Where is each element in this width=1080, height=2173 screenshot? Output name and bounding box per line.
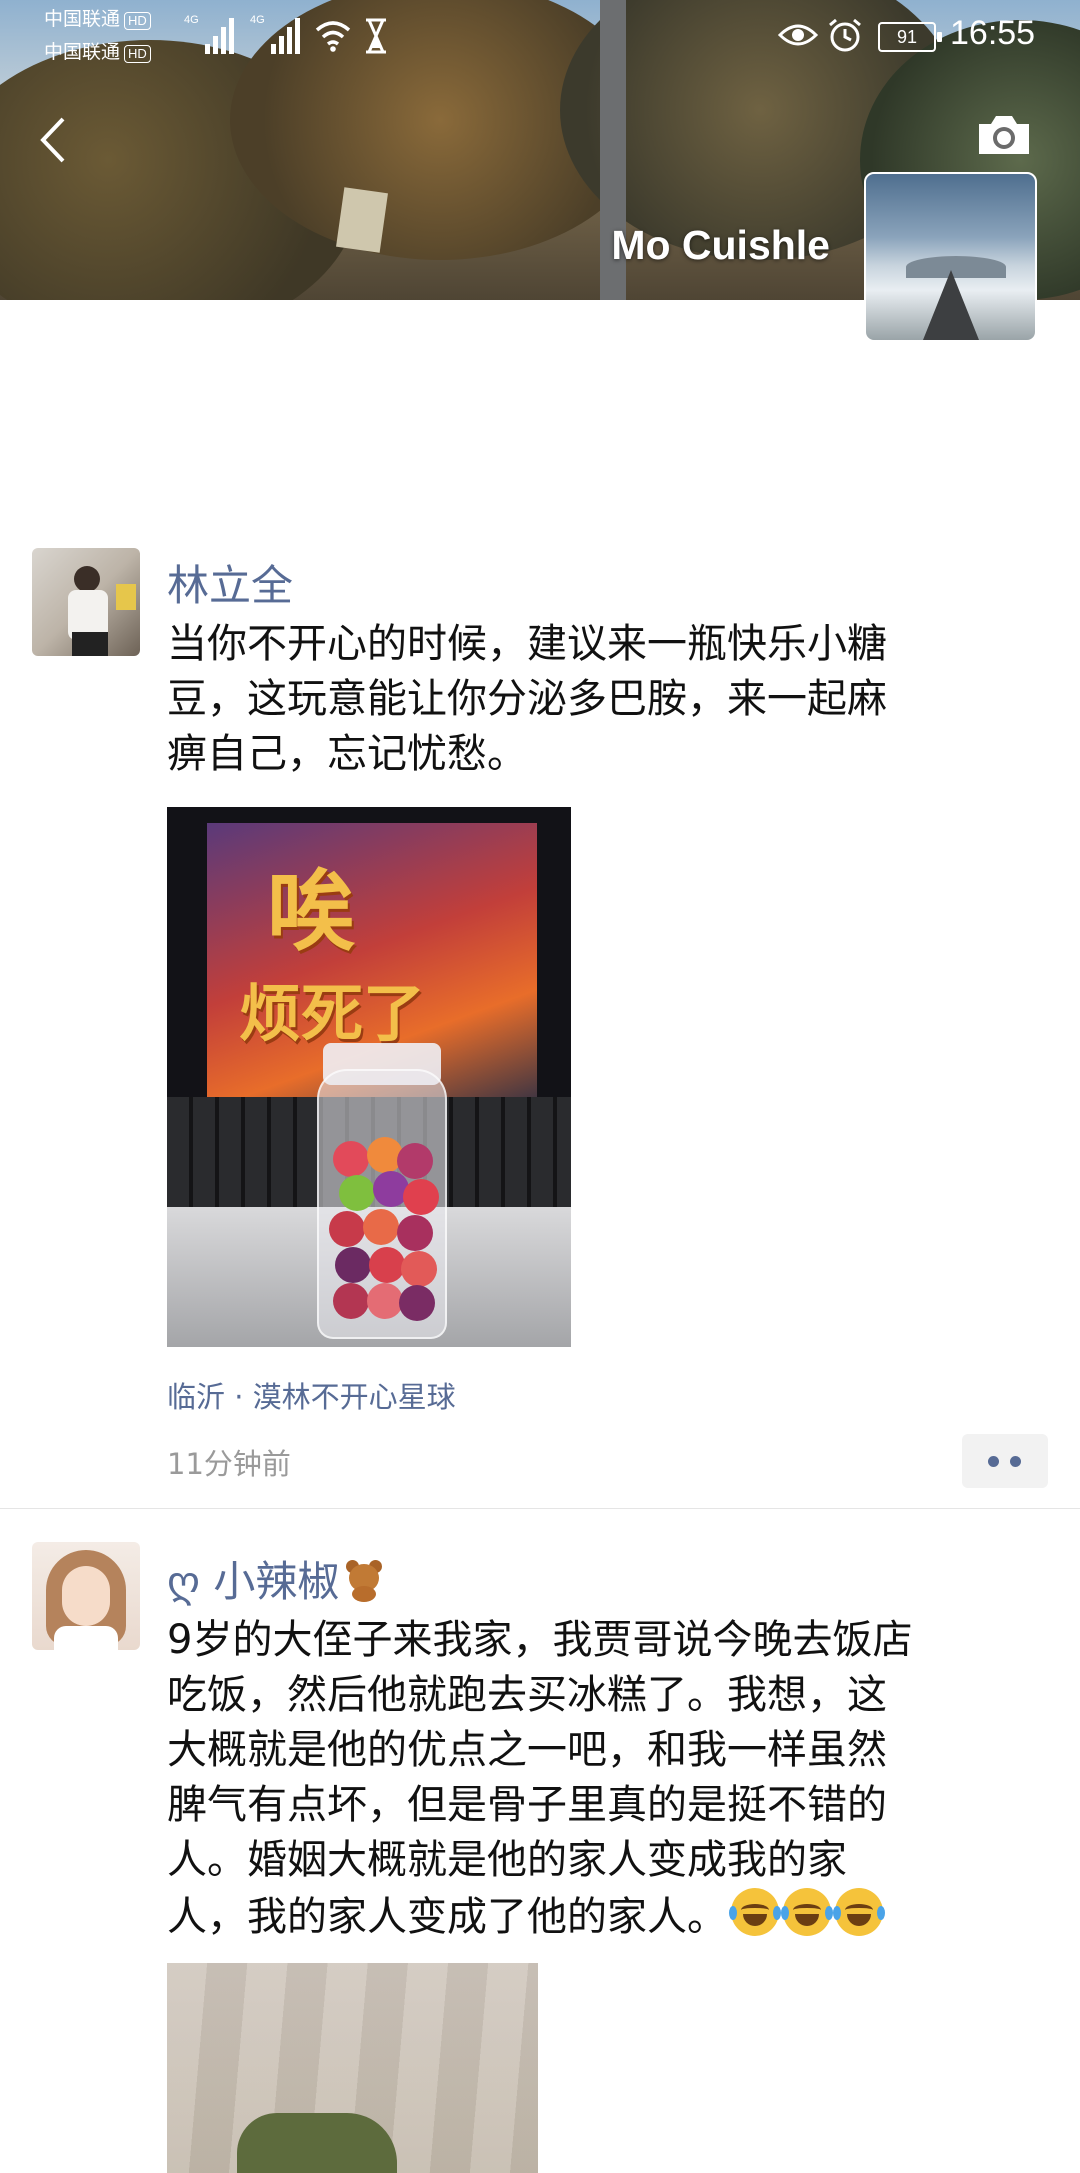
post-text-line: 人，我的家人变成了他的家人。 (167, 1894, 727, 1940)
post-text-line: 人。婚姻大概就是他的家人变成我的家 (167, 1837, 847, 1883)
network-type-2: 4G (250, 14, 265, 26)
bear-emoji-icon (343, 1558, 385, 1602)
post-text-line: 痹自己，忘记忧愁。 (167, 731, 527, 777)
carrier-1-label: 中国联通 (44, 9, 121, 30)
candy-jar (317, 1069, 447, 1339)
wifi-icon (315, 21, 351, 52)
camera-icon[interactable] (975, 112, 1033, 158)
alarm-icon (829, 18, 861, 52)
status-bar: 中国联通 HD 中国联通 HD 4G 4G 91 16:55 (0, 0, 1080, 70)
dot-icon (1010, 1456, 1021, 1467)
more-button[interactable] (962, 1434, 1048, 1488)
post-text-line: 豆，这玩意能让你分泌多巴胺，来一起麻 (167, 676, 887, 722)
post-text-line: 吃饭，然后他就跑去买冰糕了。我想，这 (167, 1672, 887, 1718)
laugh-cry-emoji-icon (729, 1888, 781, 1936)
profile-username[interactable]: Mo Cuishle (611, 222, 830, 269)
signal-icon (205, 14, 237, 54)
author-name[interactable]: 林立全 (167, 552, 293, 613)
post-image[interactable] (167, 1963, 538, 2173)
carrier-1: 中国联通 HD (44, 8, 151, 32)
post-text: 9岁的大侄子来我家，我贾哥说今晚去饭店 吃饭，然后他就跑去买冰糕了。我想，这 大… (167, 1613, 1027, 1945)
post-text-line: 大概就是他的优点之一吧，和我一样虽然 (167, 1727, 887, 1773)
image-text-1: 唉 (267, 860, 356, 963)
post-divider (0, 1508, 1080, 1509)
avatar-road (922, 270, 979, 340)
image-object (237, 2113, 397, 2173)
back-icon[interactable] (38, 115, 68, 165)
eye-comfort-icon (778, 24, 818, 46)
author-avatar[interactable] (32, 1542, 140, 1650)
laugh-cry-emoji-icon (781, 1888, 833, 1936)
laugh-cry-emoji-icon (833, 1888, 885, 1936)
status-time: 16:55 (950, 14, 1036, 52)
author-name-label: ღ 小辣椒 (167, 1557, 340, 1606)
image-text-2: 烦死了 (239, 977, 426, 1050)
author-name[interactable]: ღ 小辣椒 (167, 1548, 385, 1609)
hourglass-icon (366, 18, 386, 54)
battery-icon: 91 (878, 22, 942, 52)
cover-sign (336, 187, 388, 253)
profile-avatar[interactable] (864, 172, 1037, 342)
dot-icon (988, 1456, 999, 1467)
author-avatar[interactable] (32, 548, 140, 656)
post-text-line-with-emoji: 人，我的家人变成了他的家人。 (167, 1888, 1027, 1945)
post-text: 当你不开心的时候，建议来一瓶快乐小糖 豆，这玩意能让你分泌多巴胺，来一起麻 痹自… (167, 617, 1027, 782)
battery-level: 91 (896, 27, 918, 47)
post-text-line: 当你不开心的时候，建议来一瓶快乐小糖 (167, 621, 887, 667)
hd-badge: HD (124, 12, 151, 30)
post-location[interactable]: 临沂 · 漠林不开心星球 (167, 1374, 456, 1416)
network-type-1: 4G (184, 14, 199, 26)
post-time: 11分钟前 (167, 1447, 291, 1481)
signal-icon (271, 14, 303, 54)
carrier-2-label: 中国联通 (44, 42, 121, 63)
post-text-line: 9岁的大侄子来我家，我贾哥说今晚去饭店 (167, 1617, 913, 1663)
hd-badge: HD (124, 45, 151, 63)
post-text-line: 脾气有点坏，但是骨子里真的是挺不错的 (167, 1782, 887, 1828)
post-image[interactable]: 唉 烦死了 (167, 807, 571, 1347)
carrier-2: 中国联通 HD (44, 41, 151, 65)
